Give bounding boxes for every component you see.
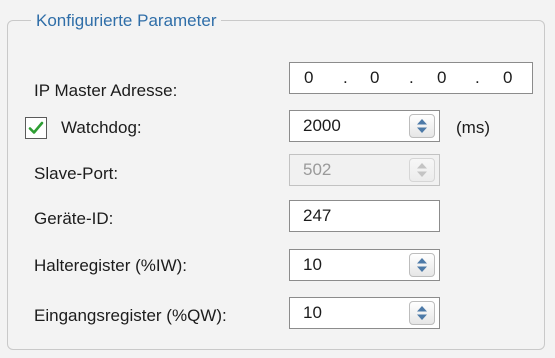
device-id-value[interactable]: 247 [303,206,331,226]
ip-master-address-field[interactable]: 0 . 0 . 0 . 0 [289,62,533,94]
ip-octet-4[interactable]: 0 [503,68,512,88]
watchdog-unit: (ms) [456,118,490,137]
input-register-spin-button[interactable] [409,301,435,325]
up-down-arrows-icon [417,306,427,320]
ip-separator: . [409,68,414,87]
group-title: Konfigurierte Parameter [31,9,222,33]
device-id-field[interactable]: 247 [289,200,440,232]
ip-octet-2[interactable]: 0 [370,68,379,88]
holding-register-label: Halteregister (%IW): [34,256,188,275]
slave-port-value: 502 [303,160,332,179]
slave-port-stepper: 502 [289,154,440,186]
input-register-stepper[interactable]: 10 [289,297,440,329]
input-register-label: Eingangsregister (%QW): [34,306,227,325]
holding-register-stepper[interactable]: 10 [289,249,440,281]
device-id-label: Geräte-ID: [34,209,114,228]
checkmark-icon [28,121,44,134]
dialog-panel: Konfigurierte Parameter IP Master Adress… [0,0,555,358]
ip-octet-3[interactable]: 0 [437,68,446,88]
up-down-arrows-icon [417,163,427,177]
ip-master-label: IP Master Adresse: [34,81,178,100]
slave-port-spin-button [409,158,435,182]
holding-register-value[interactable]: 10 [303,255,322,275]
watchdog-checkbox[interactable] [25,117,47,139]
ip-separator: . [475,68,480,87]
watchdog-value[interactable]: 2000 [303,116,341,136]
slave-port-label: Slave-Port: [34,164,119,183]
ip-separator: . [343,68,348,87]
watchdog-stepper[interactable]: 2000 [289,110,440,142]
up-down-arrows-icon [417,258,427,272]
holding-register-spin-button[interactable] [409,253,435,277]
watchdog-label: Watchdog: [61,118,142,137]
up-down-arrows-icon [417,119,427,133]
input-register-value[interactable]: 10 [303,303,322,323]
watchdog-spin-button[interactable] [409,114,435,138]
ip-octet-1[interactable]: 0 [304,68,313,88]
